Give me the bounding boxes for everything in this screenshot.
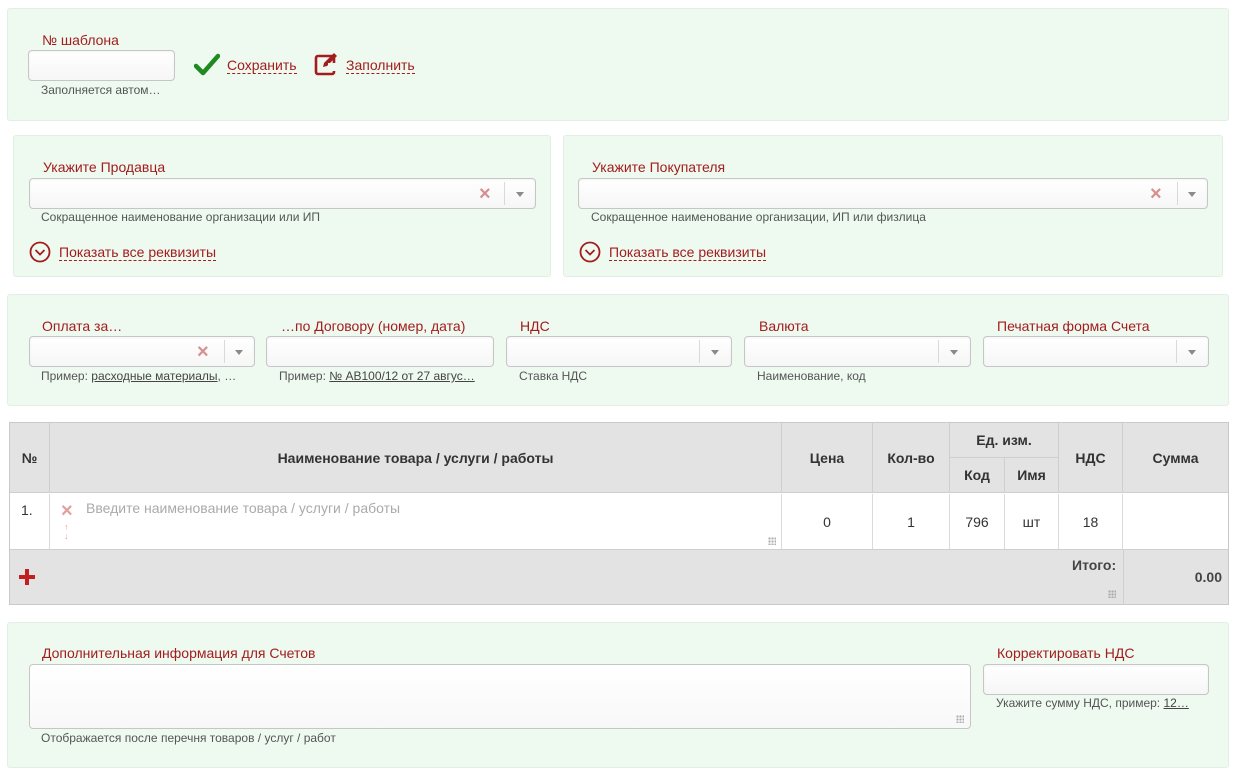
template-panel: № шаблона Заполняется автом… Сохранить З… — [7, 8, 1229, 121]
seller-clear-icon[interactable]: × — [479, 184, 491, 204]
buyer-dropdown-icon[interactable] — [1188, 192, 1196, 197]
seller-label: Укажите Продавца — [43, 159, 166, 175]
save-button[interactable]: Сохранить — [227, 57, 297, 74]
checkmark-icon[interactable] — [194, 53, 220, 77]
print-form-dropdown-icon[interactable] — [1188, 350, 1196, 355]
print-form-label: Печатная форма Счета — [997, 318, 1150, 334]
move-row-icon[interactable]: ↑ ↓ — [64, 523, 69, 541]
currency-hint: Наименование, код — [757, 369, 866, 383]
edit-icon[interactable] — [314, 51, 340, 77]
seller-show-details-link[interactable]: Показать все реквизиты — [59, 244, 217, 261]
delete-row-icon[interactable]: × — [61, 501, 73, 521]
vat-label: НДС — [520, 318, 550, 334]
resize-grip-icon[interactable] — [1108, 590, 1116, 598]
col-header-unit-code: Код — [950, 458, 1005, 493]
correct-vat-label: Корректировать НДС — [997, 645, 1135, 661]
table-footer: Итого: 0.00 — [10, 549, 1228, 605]
row-num: 1. — [10, 494, 50, 549]
payment-dropdown-icon[interactable] — [235, 350, 243, 355]
total-value: 0.00 — [1194, 569, 1222, 585]
extra-info-textarea[interactable] — [29, 664, 971, 729]
contract-example-link[interactable]: № АВ100/12 от 27 авгус… — [329, 369, 474, 383]
row-qty[interactable]: 1 — [873, 494, 950, 549]
extra-info-panel: Дополнительная информация для Счетов Ото… — [7, 622, 1229, 768]
row-name-cell[interactable]: × ↑ ↓ Введите наименование товара / услуг… — [50, 494, 782, 549]
col-header-sum: Сумма — [1123, 423, 1228, 493]
correct-vat-example-link[interactable]: 12… — [1163, 696, 1188, 710]
resize-grip-icon[interactable] — [956, 715, 964, 723]
row-price[interactable]: 0 — [782, 494, 873, 549]
contract-input[interactable] — [266, 336, 494, 367]
seller-hint: Сокращенное наименование организации или… — [41, 210, 321, 224]
items-table: № Наименование товара / услуги / работы … — [9, 422, 1229, 605]
seller-dropdown-icon[interactable] — [516, 192, 524, 197]
buyer-select[interactable]: × — [578, 178, 1208, 209]
payment-hint: Пример: расходные материалы, … — [41, 369, 237, 383]
payment-select[interactable]: × — [29, 336, 255, 367]
item-name-input[interactable]: Введите наименование товара / услуги / р… — [86, 500, 400, 516]
buyer-label: Укажите Покупателя — [592, 159, 726, 175]
col-header-qty: Кол-во — [873, 423, 950, 493]
col-header-price: Цена — [782, 423, 873, 493]
col-header-name: Наименование товара / услуги / работы — [50, 423, 782, 493]
buyer-clear-icon[interactable]: × — [1150, 184, 1162, 204]
correct-vat-hint: Укажите сумму НДС, пример: 12… — [996, 696, 1189, 710]
invoice-params-panel: Оплата за… × Пример: расходные материалы… — [7, 294, 1229, 406]
template-number-label: № шаблона — [42, 32, 119, 48]
col-header-vat: НДС — [1059, 423, 1123, 493]
extra-info-hint: Отображается после перечня товаров / усл… — [41, 731, 336, 745]
vat-dropdown-icon[interactable] — [711, 350, 719, 355]
seller-select[interactable]: × — [29, 178, 536, 209]
currency-select[interactable] — [744, 336, 971, 367]
row-unit-code[interactable]: 796 — [950, 494, 1005, 549]
col-header-unit: Ед. изм. — [950, 423, 1059, 458]
total-label: Итого: — [1072, 557, 1117, 573]
template-number-input[interactable] — [28, 50, 175, 81]
payment-example-link[interactable]: расходные материалы — [91, 369, 217, 383]
buyer-hint: Сокращенное наименование организации, ИП… — [591, 210, 926, 224]
extra-info-label: Дополнительная информация для Счетов — [42, 645, 316, 661]
fill-button[interactable]: Заполнить — [346, 57, 415, 74]
add-row-icon[interactable] — [19, 569, 35, 585]
contract-label: …по Договору (номер, дата) — [281, 318, 466, 334]
total-separator — [1123, 550, 1124, 605]
seller-panel: Укажите Продавца × Сокращенное наименова… — [13, 135, 551, 277]
chevron-circle-down-icon[interactable] — [579, 241, 601, 263]
table-row: 1. × ↑ ↓ Введите наименование товара / ус… — [10, 494, 1228, 549]
correct-vat-input[interactable] — [983, 664, 1209, 695]
buyer-show-details-link[interactable]: Показать все реквизиты — [609, 244, 767, 261]
vat-hint: Ставка НДС — [519, 369, 588, 383]
row-sum — [1123, 494, 1228, 549]
row-vat[interactable]: 18 — [1059, 494, 1123, 549]
col-header-unit-name: Имя — [1005, 458, 1059, 493]
payment-label: Оплата за… — [42, 318, 123, 334]
print-form-select[interactable] — [983, 336, 1209, 367]
vat-select[interactable] — [506, 336, 732, 367]
buyer-panel: Укажите Покупателя × Сокращенное наимено… — [563, 135, 1223, 277]
payment-clear-icon[interactable]: × — [197, 342, 209, 362]
col-header-num: № — [10, 423, 50, 493]
contract-hint: Пример: № АВ100/12 от 27 авгус… — [279, 369, 475, 383]
template-number-hint: Заполняется автом… — [41, 83, 161, 97]
currency-label: Валюта — [759, 318, 809, 334]
chevron-circle-down-icon[interactable] — [29, 241, 51, 263]
currency-dropdown-icon[interactable] — [950, 350, 958, 355]
row-unit-name[interactable]: шт — [1005, 494, 1059, 549]
resize-grip-icon[interactable] — [768, 537, 776, 545]
